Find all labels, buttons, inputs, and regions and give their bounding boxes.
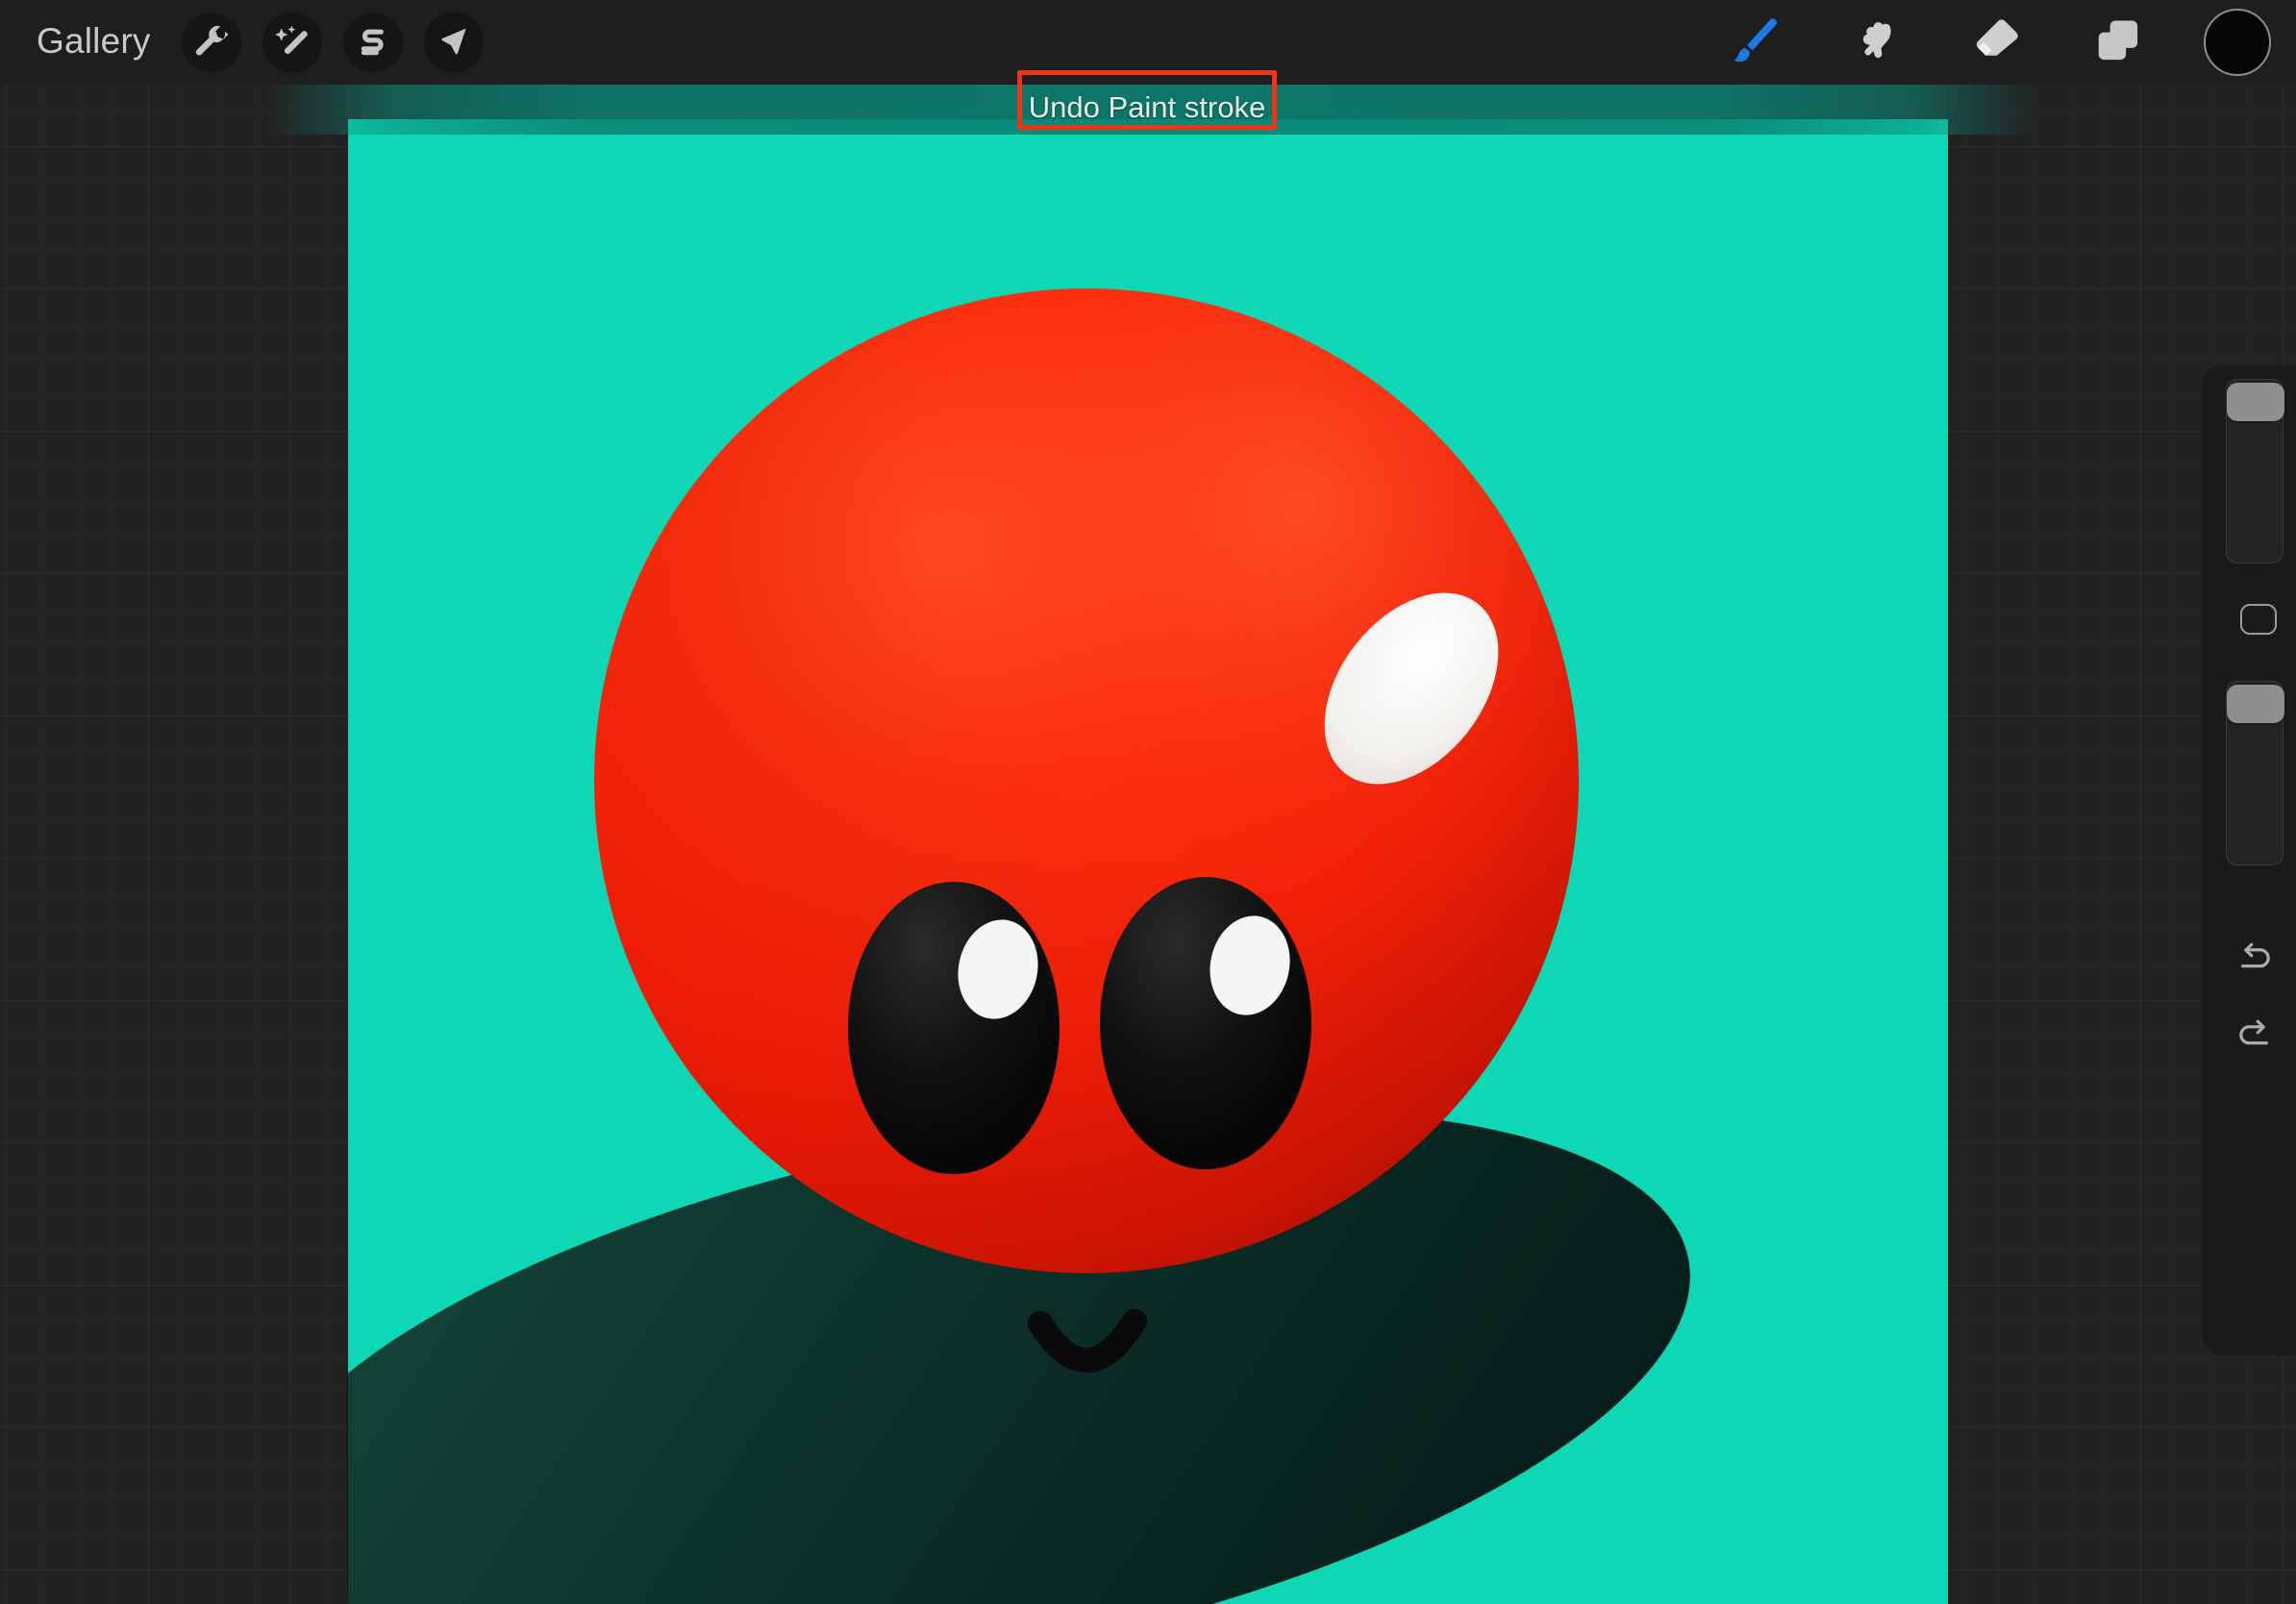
brush-size-slider-handle[interactable] (2227, 383, 2284, 421)
undo-tooltip-label: Undo Paint stroke (1029, 90, 1265, 125)
actions-button[interactable] (182, 13, 241, 72)
layers-button[interactable] (2083, 7, 2154, 78)
right-sidebar (2202, 365, 2296, 1356)
paint-button[interactable] (1719, 7, 1790, 78)
redo-button[interactable] (2229, 1012, 2281, 1064)
drawing-canvas[interactable] (348, 119, 1948, 1604)
color-swatch-button[interactable] (2204, 9, 2271, 76)
actions-wrench-icon (192, 23, 231, 62)
undo-tooltip: Undo Paint stroke (1017, 83, 1277, 133)
modify-button[interactable] (2240, 604, 2277, 635)
toolbar-left-group: Gallery (0, 0, 484, 85)
brush-size-slider[interactable] (2226, 379, 2284, 564)
redo-arrow-icon (2233, 1014, 2277, 1063)
top-toolbar: Gallery (0, 0, 2296, 85)
smudge-button[interactable] (1840, 7, 1911, 78)
brush-opacity-slider-handle[interactable] (2227, 685, 2284, 723)
eraser-icon (1971, 14, 2023, 71)
procreate-canvas-workspace: Gallery (0, 0, 2296, 1604)
paint-brush-icon (1728, 13, 1782, 72)
selection-icon (354, 23, 392, 62)
selection-button[interactable] (343, 13, 403, 72)
left-eye (848, 882, 1060, 1174)
transform-button[interactable] (424, 13, 484, 72)
adjustments-wand-icon (273, 23, 312, 62)
layers-icon (2091, 13, 2145, 72)
sphere-rim-light (594, 288, 1579, 1273)
undo-arrow-icon (2233, 937, 2277, 986)
undo-button[interactable] (2229, 935, 2281, 987)
toolbar-right-group (1719, 0, 2271, 85)
artwork-red-smiley-sphere (348, 119, 1948, 1604)
brush-opacity-slider[interactable] (2226, 681, 2284, 865)
smudge-finger-icon (1850, 14, 1902, 71)
transform-arrow-icon (435, 23, 473, 62)
gallery-button[interactable]: Gallery (27, 17, 161, 67)
erase-button[interactable] (1961, 7, 2033, 78)
adjustments-button[interactable] (262, 13, 322, 72)
right-eye (1100, 877, 1311, 1169)
